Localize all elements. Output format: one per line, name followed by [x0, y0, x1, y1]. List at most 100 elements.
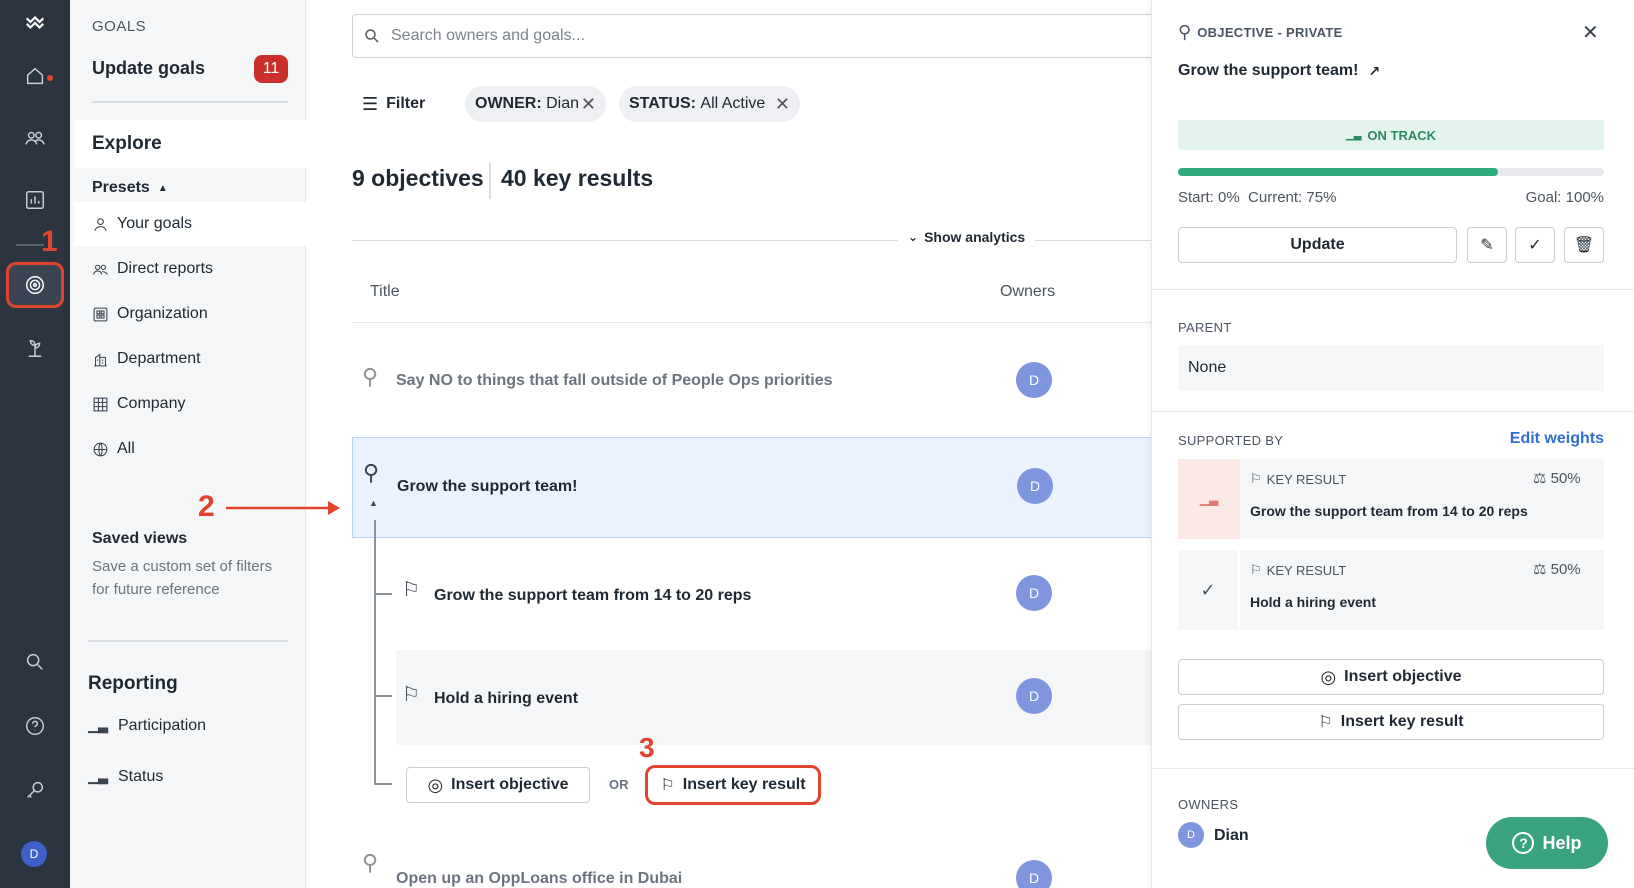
- objective-row-selected[interactable]: ⚲ ▲ Grow the support team! D: [352, 437, 1151, 538]
- update-button[interactable]: Update: [1178, 227, 1457, 263]
- filter-label: Filter: [386, 95, 426, 112]
- chart-icon[interactable]: [21, 186, 49, 214]
- preset-your-goals[interactable]: Your goals: [74, 202, 306, 246]
- side-nav: GOALS Update goals 11 Explore Presets ▲ …: [70, 0, 306, 888]
- show-analytics-toggle[interactable]: ⌄ Show analytics: [898, 229, 1036, 245]
- check-icon: ✓: [1528, 237, 1542, 254]
- people-icon: [92, 264, 109, 275]
- external-link-icon[interactable]: ↗: [1368, 63, 1380, 80]
- panel-insert-objective-button[interactable]: ◎ Insert objective: [1178, 659, 1604, 695]
- key-result-row[interactable]: ⚐ Hold a hiring event D: [396, 650, 1151, 745]
- objective-title[interactable]: Say NO to things that fall outside of Pe…: [396, 372, 833, 390]
- home-icon[interactable]: [21, 62, 53, 90]
- key-result-title: Hold a hiring event: [1250, 594, 1377, 610]
- preset-department[interactable]: Department: [74, 337, 306, 381]
- explore-heading[interactable]: Explore: [92, 133, 162, 155]
- divider: [88, 640, 288, 642]
- scale-icon: ⚖: [1533, 561, 1547, 578]
- owner-avatar: D: [1016, 860, 1052, 888]
- preset-company[interactable]: Company: [74, 382, 306, 426]
- preset-all[interactable]: All: [74, 427, 306, 471]
- tree-branch: [374, 783, 392, 785]
- key-result-title[interactable]: Hold a hiring event: [434, 690, 578, 708]
- logo-icon[interactable]: [21, 8, 49, 36]
- saved-views-title: Saved views: [92, 530, 188, 547]
- key-icon[interactable]: [21, 776, 49, 804]
- owner-name[interactable]: Dian: [1214, 827, 1249, 845]
- key-result-title: Grow the support team from 14 to 20 reps: [1250, 503, 1528, 519]
- department-icon: [94, 353, 107, 366]
- key-result-icon: ⚐: [1250, 562, 1262, 577]
- key-result-row[interactable]: ⚐ Grow the support team from 14 to 20 re…: [396, 545, 1151, 645]
- close-icon[interactable]: ✕: [1582, 20, 1599, 45]
- divider: [352, 322, 1151, 323]
- caret-up-icon[interactable]: ▲: [369, 498, 378, 508]
- progress-track: [1178, 168, 1604, 176]
- progress-fill: [1178, 168, 1498, 176]
- objective-title[interactable]: Grow the support team!: [397, 478, 577, 496]
- key-result-title[interactable]: Grow the support team from 14 to 20 reps: [434, 587, 751, 605]
- filter-button[interactable]: ☰ Filter: [362, 90, 425, 118]
- help-icon[interactable]: [21, 712, 49, 740]
- update-goals-link[interactable]: Update goals: [92, 58, 205, 79]
- search-input[interactable]: Search owners and goals...: [391, 27, 585, 45]
- parent-label: PARENT: [1178, 320, 1232, 335]
- tree-branch: [374, 593, 392, 595]
- trash-icon: 🗑: [1573, 237, 1595, 254]
- edit-button[interactable]: ✎: [1467, 227, 1507, 263]
- edit-weights-link[interactable]: Edit weights: [1492, 430, 1604, 448]
- annotation-arrow: [226, 501, 340, 515]
- complete-button[interactable]: ✓: [1515, 227, 1555, 263]
- preset-direct-reports[interactable]: Direct reports: [74, 247, 306, 291]
- supporting-key-result[interactable]: ✓ ⚐ KEY RESULT ⚖ 50% Hold a hiring event: [1178, 550, 1604, 630]
- start-label: Start: 0%: [1178, 189, 1240, 206]
- panel-insert-key-result-button[interactable]: ⚐ Insert key result: [1178, 704, 1604, 740]
- bar-chart-icon: ▁▃: [88, 769, 108, 784]
- objective-title[interactable]: Open up an OppLoans office in Dubai: [396, 870, 682, 888]
- update-count-badge: 11: [254, 55, 288, 83]
- presets-label: Presets: [92, 179, 150, 196]
- rail-divider: [16, 244, 44, 246]
- divider: [1152, 768, 1634, 769]
- column-title: Title: [370, 283, 400, 300]
- help-button[interactable]: ? Help: [1486, 817, 1608, 869]
- scale-icon: ⚖: [1533, 470, 1547, 487]
- search-icon[interactable]: [21, 648, 49, 676]
- search-icon: [365, 29, 379, 43]
- owner-avatar: D: [1017, 468, 1053, 504]
- search-bar[interactable]: Search owners and goals...: [352, 14, 1151, 58]
- check-icon: ✓: [1178, 550, 1240, 630]
- user-avatar[interactable]: D: [21, 841, 47, 867]
- key-results-count: 40 key results: [501, 165, 654, 191]
- parent-field[interactable]: None: [1178, 345, 1604, 391]
- divider: [1152, 289, 1634, 290]
- status-label: ON TRACK: [1367, 127, 1436, 143]
- reporting-participation[interactable]: ▁▃ Participation: [88, 717, 206, 735]
- key-result-icon: ⚐: [1250, 471, 1262, 486]
- close-icon[interactable]: ✕: [581, 94, 596, 115]
- objective-row[interactable]: ⚲ Open up an OppLoans office in Dubai D: [352, 840, 1151, 888]
- key-result-kind: ⚐ KEY RESULT: [1250, 562, 1346, 578]
- status-filter-chip[interactable]: STATUS: All Active ✕: [619, 86, 800, 122]
- progress-start: Start: 0% Current: 75%: [1178, 189, 1336, 206]
- objective-icon: ⚲: [362, 364, 379, 389]
- button-label: Insert key result: [1340, 713, 1464, 730]
- presets-toggle[interactable]: Presets ▲: [92, 179, 168, 197]
- current-label: Current: 75%: [1248, 189, 1337, 206]
- preset-organization[interactable]: Organization: [74, 292, 306, 336]
- goals-icon[interactable]: [21, 271, 49, 299]
- owner-avatar: D: [1016, 362, 1052, 398]
- target-icon: ◎: [427, 774, 444, 795]
- supporting-key-result[interactable]: ▁▃ ⚐ KEY RESULT ⚖ 50% Grow the support te…: [1178, 459, 1604, 539]
- goals-list: Search owners and goals... ☰ Filter OWNE…: [306, 0, 1151, 888]
- reporting-status[interactable]: ▁▃ Status: [88, 768, 163, 786]
- insert-objective-button[interactable]: ◎ Insert objective: [406, 767, 590, 803]
- people-icon[interactable]: [21, 124, 49, 152]
- objective-row[interactable]: ⚲ Say NO to things that fall outside of …: [352, 340, 1151, 422]
- owner-filter-chip[interactable]: OWNER: Dian ✕: [465, 86, 606, 122]
- delete-button[interactable]: 🗑: [1564, 227, 1604, 263]
- close-icon[interactable]: ✕: [775, 94, 790, 115]
- growth-icon[interactable]: [21, 334, 49, 362]
- chip-value: All Active: [700, 95, 766, 112]
- divider: [1152, 411, 1634, 412]
